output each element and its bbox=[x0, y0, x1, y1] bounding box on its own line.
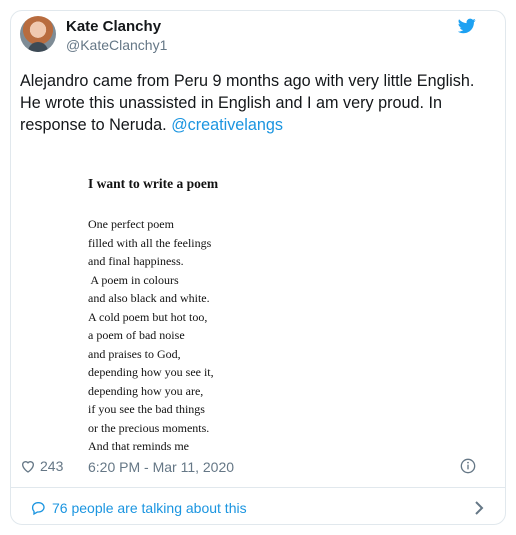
like-count: 243 bbox=[40, 458, 64, 474]
poem-line: depending how you see it, bbox=[88, 365, 214, 379]
poem-line: A poem in colours bbox=[88, 272, 179, 287]
like-button[interactable]: 243 bbox=[20, 458, 63, 474]
poem-title: I want to write a poem bbox=[88, 176, 219, 191]
mention-link[interactable]: @creativelangs bbox=[171, 116, 283, 134]
avatar[interactable] bbox=[20, 16, 56, 52]
poem-line: a poem of bad noise bbox=[88, 328, 185, 342]
chevron-right-icon[interactable] bbox=[472, 500, 486, 516]
conversation-label: 76 people are talking about this bbox=[52, 500, 247, 516]
poem-line: and final happiness. bbox=[88, 254, 184, 268]
tweet-text: Alejandro came from Peru 9 months ago wi… bbox=[20, 70, 490, 136]
conversation-link[interactable]: 76 people are talking about this bbox=[30, 500, 247, 516]
poem-line: One perfect poem bbox=[88, 217, 174, 231]
poem-lines: One perfect poem filled with all the fee… bbox=[88, 215, 428, 456]
poem-line: A cold poem but hot too, bbox=[88, 309, 208, 324]
poem-image[interactable]: I want to write a poem One perfect poem … bbox=[88, 176, 428, 456]
info-icon[interactable] bbox=[460, 458, 476, 474]
poem-line: and also black and white. bbox=[88, 291, 210, 305]
poem-line: filled with all the feelings bbox=[88, 235, 212, 250]
poem-line: or the precious moments. bbox=[88, 420, 210, 435]
poem-line: if you see the bad things bbox=[88, 402, 205, 416]
author-handle[interactable]: @KateClanchy1 bbox=[66, 37, 167, 53]
tweet-meta: 243 6:20 PM - Mar 11, 2020 bbox=[20, 458, 476, 478]
speech-bubble-icon bbox=[31, 502, 45, 516]
author-name[interactable]: Kate Clanchy bbox=[66, 18, 161, 35]
timestamp[interactable]: 6:20 PM - Mar 11, 2020 bbox=[88, 459, 234, 475]
divider bbox=[10, 487, 506, 488]
tweet-header: Kate Clanchy @KateClanchy1 bbox=[20, 16, 476, 56]
poem-line: And that reminds me bbox=[88, 439, 189, 453]
heart-icon bbox=[21, 461, 35, 473]
twitter-bird-icon[interactable] bbox=[458, 18, 476, 34]
poem-line: and praises to God, bbox=[88, 346, 181, 361]
poem-line: depending how you are, bbox=[88, 383, 204, 398]
